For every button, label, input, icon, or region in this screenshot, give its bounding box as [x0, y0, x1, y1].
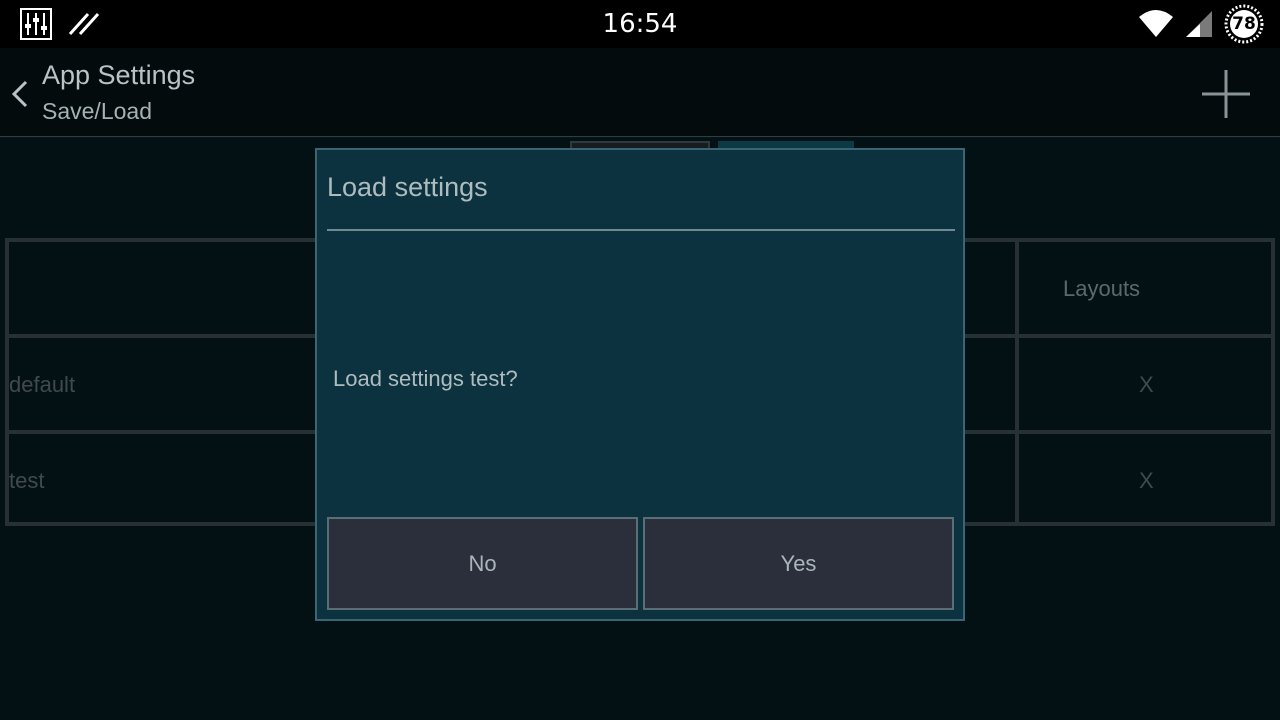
load-settings-dialog: Load settings Load settings test? No Yes: [315, 148, 965, 621]
no-button-label: No: [468, 550, 497, 576]
chevron-left-icon[interactable]: [6, 74, 34, 114]
status-bar-right: 78: [1138, 4, 1264, 44]
signal-icon: [1186, 11, 1212, 37]
dialog-title: Load settings: [327, 172, 488, 202]
action-bar: App Settings Save/Load: [0, 48, 1280, 137]
dialog-divider: [327, 229, 955, 231]
battery-icon: 78: [1224, 4, 1264, 44]
plus-icon[interactable]: [1200, 68, 1252, 120]
no-button[interactable]: No: [327, 517, 638, 610]
clock: 16:54: [602, 9, 678, 39]
page-title: App Settings: [42, 60, 196, 90]
yes-button[interactable]: Yes: [643, 517, 954, 610]
status-bar: 16:54 78: [0, 0, 1280, 48]
wifi-icon: [1139, 10, 1173, 37]
yes-button-label: Yes: [780, 550, 817, 576]
page-subtitle: Save/Load: [42, 98, 152, 124]
dialog-message: Load settings test?: [333, 366, 518, 391]
battery-level: 78: [1232, 14, 1256, 34]
